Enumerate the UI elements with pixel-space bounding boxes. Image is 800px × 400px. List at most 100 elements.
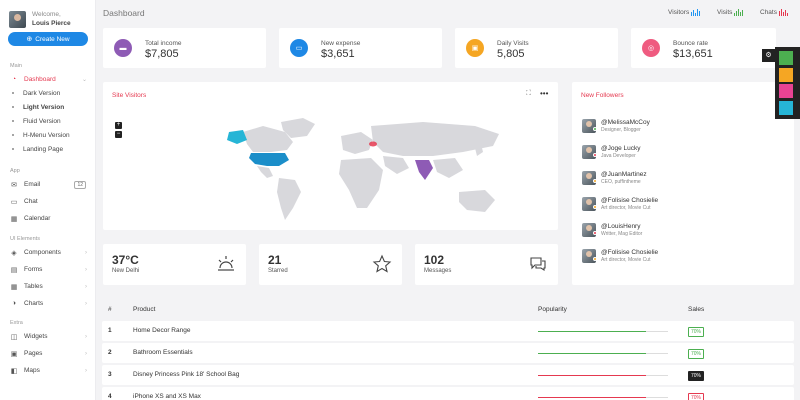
sidebar-item-fluid-version[interactable]: Fluid Version bbox=[0, 114, 96, 128]
target-icon: ◎ bbox=[642, 39, 660, 57]
star-icon bbox=[372, 254, 392, 273]
chevron-right-icon: › bbox=[85, 266, 87, 273]
avatar[interactable] bbox=[9, 10, 26, 28]
chats-sparkline bbox=[778, 9, 789, 16]
section-ui-elements: UI Elements bbox=[10, 236, 40, 242]
column-sales[interactable]: Sales bbox=[688, 306, 704, 313]
header-stat-visits[interactable]: Visits bbox=[717, 9, 744, 16]
table-row[interactable]: 2 Bathroom Essentials 70% bbox=[102, 343, 794, 363]
chevron-right-icon: › bbox=[85, 350, 87, 357]
messages-label: Messages bbox=[424, 268, 452, 274]
sidebar-item-tables[interactable]: ▦ Tables › bbox=[0, 278, 96, 295]
sidebar-item-email[interactable]: ✉ Email 12 bbox=[0, 176, 96, 193]
follower-item[interactable]: @MelissaMcCoy Designer, Blogger bbox=[582, 116, 650, 136]
dashboard-icon: ◔ bbox=[11, 75, 17, 83]
messages-count: 102 bbox=[424, 253, 445, 267]
expand-icon[interactable]: ⛶ bbox=[526, 90, 531, 98]
sidebar-item-dashboard[interactable]: ◔ Dashboard ⌄ bbox=[0, 72, 96, 86]
sidebar-item-h-menu-version[interactable]: H-Menu Version bbox=[0, 128, 96, 142]
world-map[interactable] bbox=[223, 112, 523, 227]
row-number: 2 bbox=[108, 349, 112, 356]
section-main: Main bbox=[10, 63, 22, 69]
chevron-right-icon: › bbox=[85, 300, 87, 307]
weather-card: 37°C New Delhi bbox=[103, 244, 246, 285]
section-app: App bbox=[10, 168, 20, 174]
chevron-down-icon: ⌄ bbox=[81, 76, 87, 83]
table-row[interactable]: 1 Home Decor Range 70% bbox=[102, 321, 794, 341]
header-stat-chats[interactable]: Chats bbox=[760, 9, 789, 16]
diamond-icon: ◈ bbox=[11, 249, 17, 257]
zoom-out-button[interactable]: − bbox=[115, 131, 122, 138]
zoom-in-button[interactable]: + bbox=[115, 122, 122, 129]
column-number[interactable]: # bbox=[108, 306, 112, 313]
column-popularity[interactable]: Popularity bbox=[538, 306, 567, 313]
sidebar-item-forms[interactable]: ▤ Forms › bbox=[0, 261, 96, 278]
new-followers-title: New Followers bbox=[581, 92, 624, 99]
calendar-icon: ▦ bbox=[10, 215, 18, 223]
temperature-value: 37°C bbox=[112, 253, 139, 267]
product-name: iPhone XS and XS Max bbox=[133, 393, 201, 400]
popularity-bar bbox=[538, 397, 668, 398]
sidebar-item-chat[interactable]: ▭ Chat bbox=[0, 193, 96, 210]
starred-card: 21 Starred bbox=[259, 244, 402, 285]
sidebar-item-dark-version[interactable]: Dark Version bbox=[0, 86, 96, 100]
row-number: 4 bbox=[108, 393, 112, 400]
chart-icon: ◑ bbox=[11, 300, 17, 307]
user-profile[interactable]: Welcome, Louis Pierce bbox=[0, 0, 95, 30]
sidebar-item-calendar[interactable]: ▦ Calendar bbox=[0, 210, 96, 227]
color-swatch-orange[interactable] bbox=[779, 68, 793, 82]
sidebar-item-pages[interactable]: ▣ Pages › bbox=[0, 345, 96, 362]
user-name[interactable]: Louis Pierce bbox=[32, 19, 71, 28]
stat-card-bounce-rate: ◎ Bounce rate $13,651 bbox=[631, 28, 776, 68]
chevron-right-icon: › bbox=[85, 333, 87, 340]
starred-label: Starred bbox=[268, 268, 288, 274]
chevron-right-icon: › bbox=[85, 249, 87, 256]
popularity-bar-fill bbox=[538, 375, 646, 376]
color-swatch-cyan[interactable] bbox=[779, 101, 793, 115]
sidebar-item-charts[interactable]: ◑ Charts › bbox=[0, 295, 96, 312]
table-icon: ▦ bbox=[10, 283, 18, 291]
follower-item[interactable]: @JuanMartinez CEO, puffinthemе bbox=[582, 168, 647, 188]
follower-item[interactable]: @Folisise Chosielie Art director, Movie C… bbox=[582, 246, 658, 266]
sidebar-item-light-version[interactable]: Light Version bbox=[0, 100, 96, 114]
popularity-bar-fill bbox=[538, 353, 646, 354]
visitors-sparkline bbox=[691, 9, 701, 16]
column-product[interactable]: Product bbox=[133, 306, 155, 313]
popularity-bar-fill bbox=[538, 331, 646, 332]
sidebar-item-widgets[interactable]: ◫ Widgets › bbox=[0, 328, 96, 345]
create-new-button[interactable]: ⊕ Create New bbox=[8, 32, 88, 46]
row-number: 1 bbox=[108, 327, 112, 334]
messages-icon bbox=[530, 257, 546, 272]
settings-gear-icon[interactable]: ⚙ bbox=[762, 49, 775, 62]
site-visitors-title: Site Visitors bbox=[112, 92, 147, 99]
section-extra: Extra bbox=[10, 320, 23, 326]
sales-badge: 70% bbox=[688, 371, 705, 381]
color-swatch-green[interactable] bbox=[779, 51, 793, 65]
follower-item[interactable]: @LouisHenry Writter, Mag Editor bbox=[582, 220, 642, 240]
page-title: Dashboard bbox=[103, 8, 145, 18]
more-options-icon[interactable]: ••• bbox=[540, 89, 548, 98]
card-icon: ▭ bbox=[290, 39, 308, 57]
sidebar-item-maps[interactable]: ◧ Maps › bbox=[0, 362, 96, 379]
sales-badge: 70% bbox=[688, 393, 705, 400]
popularity-bar bbox=[538, 375, 668, 376]
table-row[interactable]: 4 iPhone XS and XS Max 70% bbox=[102, 387, 794, 400]
wallet-icon: ▬ bbox=[114, 39, 132, 57]
product-name: Disney Princess Pink 18' School Bag bbox=[133, 371, 240, 378]
follower-item[interactable]: @Folisise Chosielie Art director, Movie C… bbox=[582, 194, 658, 214]
sidebar-item-landing-page[interactable]: Landing Page bbox=[0, 142, 96, 156]
table-row[interactable]: 3 Disney Princess Pink 18' School Bag 70% bbox=[102, 365, 794, 385]
pages-icon: ▣ bbox=[10, 350, 18, 358]
popularity-bar bbox=[538, 331, 668, 332]
theme-color-palette bbox=[775, 47, 800, 119]
follower-item[interactable]: @Joge Lucky Java Developer bbox=[582, 142, 640, 162]
sidebar: Welcome, Louis Pierce ⊕ Create New Main … bbox=[0, 0, 96, 400]
chat-icon: ▭ bbox=[10, 198, 18, 206]
color-swatch-pink[interactable] bbox=[779, 84, 793, 98]
plus-icon: ⊕ bbox=[26, 36, 33, 43]
sales-badge: 70% bbox=[688, 327, 705, 337]
chevron-right-icon: › bbox=[85, 283, 87, 290]
welcome-text: Welcome, bbox=[32, 11, 61, 18]
header-stat-visitors[interactable]: Visitors bbox=[668, 9, 701, 16]
sidebar-item-components[interactable]: ◈ Components › bbox=[0, 244, 96, 261]
